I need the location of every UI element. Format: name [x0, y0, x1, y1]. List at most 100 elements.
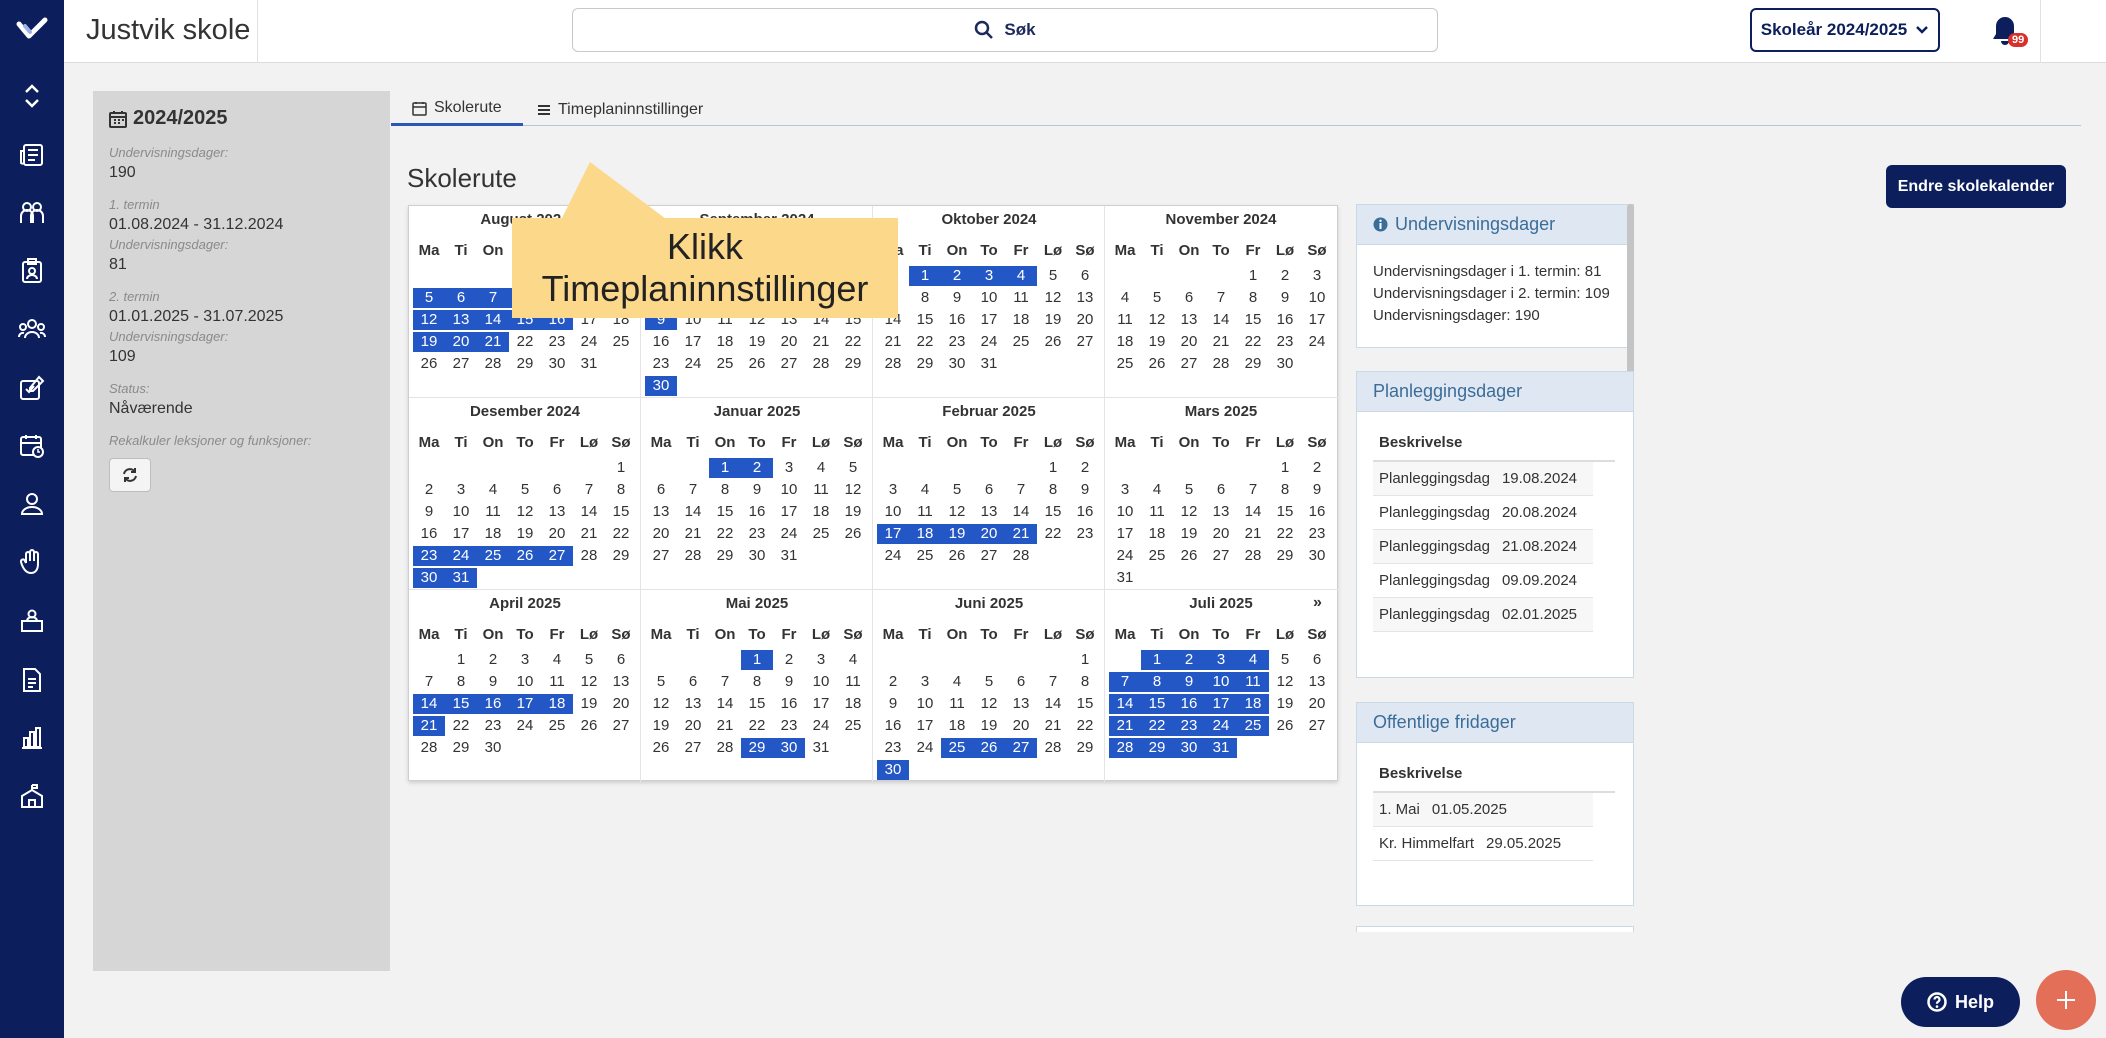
calendar-day[interactable]: 30 [877, 760, 909, 780]
calendar-day[interactable]: 26 [509, 546, 541, 566]
calendar-day[interactable]: 17 [1109, 524, 1141, 544]
calendar-day[interactable]: 29 [741, 738, 773, 758]
groups-icon[interactable] [18, 315, 46, 343]
calendar-day[interactable]: 14 [1109, 694, 1141, 714]
calendar-day[interactable]: 21 [1237, 524, 1269, 544]
calendar-day[interactable]: 12 [1269, 672, 1301, 692]
calendar-day[interactable]: 30 [1269, 354, 1301, 374]
calendar-day[interactable]: 26 [1173, 546, 1205, 566]
calendar-day[interactable]: 22 [509, 332, 541, 352]
calendar-day[interactable]: 3 [509, 650, 541, 670]
calendar-day[interactable]: 22 [909, 332, 941, 352]
calendar-day[interactable]: 21 [1205, 332, 1237, 352]
calendar-day[interactable]: 10 [509, 672, 541, 692]
people-icon[interactable] [18, 490, 46, 518]
calendar-day[interactable]: 4 [941, 672, 973, 692]
calendar-day[interactable]: 14 [1237, 502, 1269, 522]
calendar-day[interactable]: 8 [1269, 480, 1301, 500]
calendar-day[interactable]: 20 [1301, 694, 1333, 714]
calendar-day[interactable]: 5 [973, 672, 1005, 692]
school-year-select[interactable]: Skoleår 2024/2025 [1750, 8, 1940, 52]
calendar-day[interactable]: 21 [1005, 524, 1037, 544]
panel-scrollbar[interactable] [1627, 204, 1634, 374]
calendar-day[interactable]: 19 [413, 332, 445, 352]
calendar-day[interactable]: 12 [645, 694, 677, 714]
calendar-day[interactable]: 5 [1269, 650, 1301, 670]
calendar-day[interactable]: 13 [973, 502, 1005, 522]
calendar-day[interactable]: 12 [573, 672, 605, 692]
calendar-day[interactable]: 4 [837, 650, 869, 670]
tab-skolerute[interactable]: Skolerute [391, 93, 523, 126]
calendar-day[interactable]: 25 [941, 738, 973, 758]
calendar-day[interactable]: 7 [477, 288, 509, 308]
calendar-day[interactable]: 24 [1109, 546, 1141, 566]
calendar-day[interactable]: 11 [1141, 502, 1173, 522]
calendar-day[interactable]: 7 [413, 672, 445, 692]
calendar-day[interactable]: 22 [1069, 716, 1101, 736]
calendar-day[interactable]: 14 [1005, 502, 1037, 522]
calendar-day[interactable]: 26 [741, 354, 773, 374]
expand-collapse-icon[interactable] [18, 82, 46, 110]
calendar-day[interactable]: 9 [477, 672, 509, 692]
calendar-day[interactable]: 1 [1269, 458, 1301, 478]
calendar-day[interactable]: 21 [805, 332, 837, 352]
calendar-day[interactable]: 22 [837, 332, 869, 352]
calendar-day[interactable]: 20 [677, 716, 709, 736]
calendar-day[interactable]: 5 [941, 480, 973, 500]
calendar-day[interactable]: 25 [909, 546, 941, 566]
calendar-day[interactable]: 12 [413, 310, 445, 330]
calendar-day[interactable]: 22 [1037, 524, 1069, 544]
calendar-day[interactable]: 12 [1141, 310, 1173, 330]
calendar-day[interactable]: 27 [1173, 354, 1205, 374]
calendar-day[interactable]: 7 [1205, 288, 1237, 308]
calendar-day[interactable]: 19 [573, 694, 605, 714]
calendar-day[interactable]: 25 [1237, 716, 1269, 736]
calendar-day[interactable]: 11 [1109, 310, 1141, 330]
calendar-day[interactable]: 24 [877, 546, 909, 566]
calendar-day[interactable]: 19 [941, 524, 973, 544]
calendar-day[interactable]: 17 [1301, 310, 1333, 330]
students-icon[interactable] [18, 199, 46, 227]
calendar-day[interactable]: 21 [709, 716, 741, 736]
calendar-day[interactable]: 31 [1109, 568, 1141, 588]
calendar-day[interactable]: 9 [773, 672, 805, 692]
calendar-day[interactable]: 22 [1237, 332, 1269, 352]
calendar-day[interactable]: 16 [741, 502, 773, 522]
calendar-day[interactable]: 19 [741, 332, 773, 352]
calendar-day[interactable]: 17 [973, 310, 1005, 330]
calendar-day[interactable]: 13 [645, 502, 677, 522]
calendar-day[interactable]: 13 [1005, 694, 1037, 714]
calendar-day[interactable]: 3 [773, 458, 805, 478]
calendar-day[interactable]: 12 [1037, 288, 1069, 308]
calendar-day[interactable]: 20 [1069, 310, 1101, 330]
calendar-day[interactable]: 6 [1173, 288, 1205, 308]
calendar-day[interactable]: 6 [445, 288, 477, 308]
calendar-day[interactable]: 27 [1069, 332, 1101, 352]
calendar-day[interactable]: 16 [941, 310, 973, 330]
calendar-day[interactable]: 19 [837, 502, 869, 522]
calendar-day[interactable]: 3 [973, 266, 1005, 286]
calendar-day[interactable]: 31 [1205, 738, 1237, 758]
calendar-day[interactable]: 9 [741, 480, 773, 500]
calendar-day[interactable]: 24 [1301, 332, 1333, 352]
calendar-day[interactable]: 1 [909, 266, 941, 286]
calendar-day[interactable]: 1 [445, 650, 477, 670]
calendar-day[interactable]: 15 [605, 502, 637, 522]
calendar-day[interactable]: 15 [1237, 310, 1269, 330]
news-icon[interactable] [18, 141, 46, 169]
next-months-button[interactable]: » [1313, 594, 1322, 612]
calendar-day[interactable]: 25 [1109, 354, 1141, 374]
calendar-day[interactable]: 30 [645, 376, 677, 396]
calendar-day[interactable]: 18 [1109, 332, 1141, 352]
calendar-day[interactable]: 27 [973, 546, 1005, 566]
calendar-day[interactable]: 14 [677, 502, 709, 522]
calendar-day[interactable]: 20 [541, 524, 573, 544]
calendar-day[interactable]: 8 [605, 480, 637, 500]
calendar-day[interactable]: 23 [1301, 524, 1333, 544]
calendar-day[interactable]: 24 [509, 716, 541, 736]
calendar-day[interactable]: 26 [941, 546, 973, 566]
calendar-day[interactable]: 14 [709, 694, 741, 714]
calendar-day[interactable]: 17 [877, 524, 909, 544]
school-name[interactable]: Justvik skole [86, 14, 250, 47]
calendar-day[interactable]: 28 [805, 354, 837, 374]
